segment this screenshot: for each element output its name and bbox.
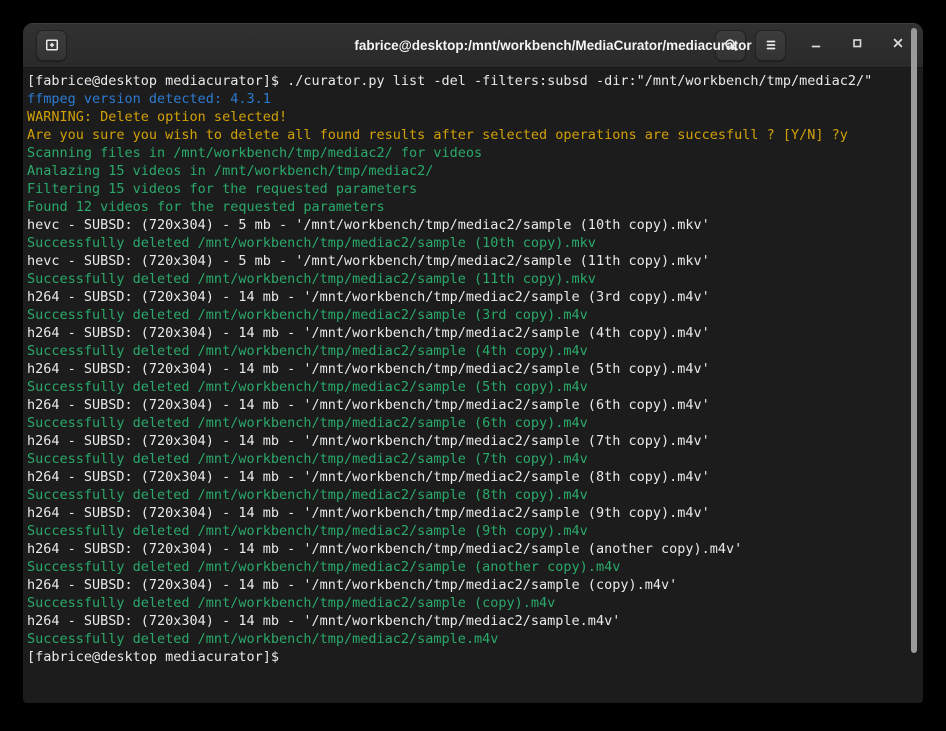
terminal-line: [fabrice@desktop mediacurator]$ ./curato… <box>27 72 903 90</box>
terminal-line: h264 - SUBSD: (720x304) - 14 mb - '/mnt/… <box>27 288 903 306</box>
new-tab-icon <box>44 37 60 53</box>
terminal-line: h264 - SUBSD: (720x304) - 14 mb - '/mnt/… <box>27 324 903 342</box>
terminal-output[interactable]: [fabrice@desktop mediacurator]$ ./curato… <box>23 68 923 703</box>
terminal-line: Filtering 15 videos for the requested pa… <box>27 180 903 198</box>
minimize-button[interactable] <box>804 33 828 57</box>
terminal-line: Successfully deleted /mnt/workbench/tmp/… <box>27 558 903 576</box>
menu-icon <box>763 37 779 53</box>
scrollbar[interactable] <box>911 28 917 653</box>
terminal-line: Successfully deleted /mnt/workbench/tmp/… <box>27 414 903 432</box>
terminal-line: Found 12 videos for the requested parame… <box>27 198 903 216</box>
terminal-line: Analazing 15 videos in /mnt/workbench/tm… <box>27 162 903 180</box>
terminal-line: Successfully deleted /mnt/workbench/tmp/… <box>27 522 903 540</box>
new-tab-button[interactable] <box>36 30 67 61</box>
terminal-line: h264 - SUBSD: (720x304) - 14 mb - '/mnt/… <box>27 576 903 594</box>
terminal-line: Successfully deleted /mnt/workbench/tmp/… <box>27 342 903 360</box>
terminal-window: fabrice@desktop:/mnt/workbench/MediaCura… <box>23 23 923 703</box>
menu-button[interactable] <box>755 30 786 61</box>
terminal-line: WARNING: Delete option selected! <box>27 108 903 126</box>
terminal-line: Successfully deleted /mnt/workbench/tmp/… <box>27 630 903 648</box>
terminal-line: Successfully deleted /mnt/workbench/tmp/… <box>27 270 903 288</box>
terminal-line: Successfully deleted /mnt/workbench/tmp/… <box>27 450 903 468</box>
window-title: fabrice@desktop:/mnt/workbench/MediaCura… <box>354 23 751 68</box>
maximize-icon <box>849 35 865 56</box>
terminal-line: h264 - SUBSD: (720x304) - 14 mb - '/mnt/… <box>27 612 903 630</box>
maximize-button[interactable] <box>845 33 869 57</box>
terminal-line: Successfully deleted /mnt/workbench/tmp/… <box>27 234 903 252</box>
terminal-line: Successfully deleted /mnt/workbench/tmp/… <box>27 378 903 396</box>
terminal-line: h264 - SUBSD: (720x304) - 14 mb - '/mnt/… <box>27 396 903 414</box>
terminal-line: Scanning files in /mnt/workbench/tmp/med… <box>27 144 903 162</box>
terminal-line: [fabrice@desktop mediacurator]$ <box>27 648 903 666</box>
close-button[interactable] <box>886 33 910 57</box>
terminal-line: h264 - SUBSD: (720x304) - 14 mb - '/mnt/… <box>27 432 903 450</box>
terminal-line: h264 - SUBSD: (720x304) - 14 mb - '/mnt/… <box>27 468 903 486</box>
terminal-line: ffmpeg version detected: 4.3.1 <box>27 90 903 108</box>
terminal-line: Successfully deleted /mnt/workbench/tmp/… <box>27 306 903 324</box>
terminal-line: h264 - SUBSD: (720x304) - 14 mb - '/mnt/… <box>27 360 903 378</box>
close-icon <box>890 35 906 56</box>
terminal-line: h264 - SUBSD: (720x304) - 14 mb - '/mnt/… <box>27 540 903 558</box>
minimize-icon <box>808 35 824 56</box>
terminal-line: h264 - SUBSD: (720x304) - 14 mb - '/mnt/… <box>27 504 903 522</box>
terminal-line: Successfully deleted /mnt/workbench/tmp/… <box>27 486 903 504</box>
terminal-line: Are you sure you wish to delete all foun… <box>27 126 903 144</box>
terminal-line: Successfully deleted /mnt/workbench/tmp/… <box>27 594 903 612</box>
terminal-line: hevc - SUBSD: (720x304) - 5 mb - '/mnt/w… <box>27 216 903 234</box>
terminal-line: hevc - SUBSD: (720x304) - 5 mb - '/mnt/w… <box>27 252 903 270</box>
headerbar: fabrice@desktop:/mnt/workbench/MediaCura… <box>23 23 923 68</box>
